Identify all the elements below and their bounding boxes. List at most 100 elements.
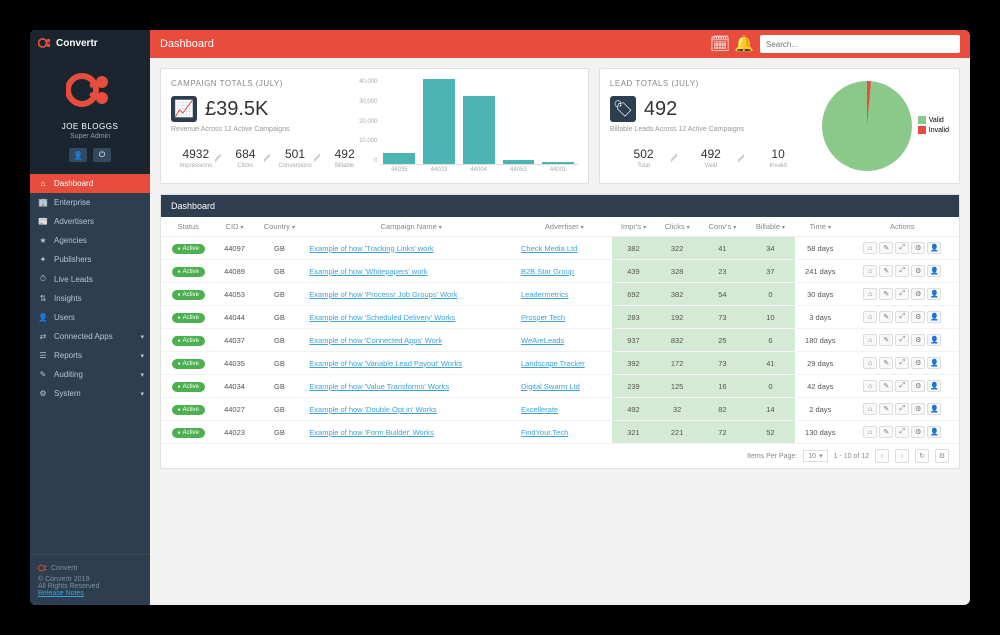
calendar-icon[interactable]: 🗓	[712, 36, 728, 52]
row-action-2[interactable]: ⤢	[895, 380, 909, 392]
sort-icon[interactable]: ▾	[292, 225, 295, 231]
row-action-3[interactable]: ⚙	[911, 311, 925, 323]
next-page-button[interactable]: ›	[895, 449, 909, 463]
col-conv-s[interactable]: Conv's▾	[699, 217, 746, 237]
cell-advertiser[interactable]: Check Media Ltd	[517, 237, 612, 260]
row-action-1[interactable]: ✎	[879, 311, 893, 323]
cell-advertiser[interactable]: Excellerate	[517, 398, 612, 421]
row-action-3[interactable]: ⚙	[911, 334, 925, 346]
col-impr-s[interactable]: Impr's▾	[612, 217, 656, 237]
cell-campaign-name[interactable]: Example of how 'Whitepapers' work	[305, 260, 517, 283]
cell-advertiser[interactable]: Leadermetrics	[517, 283, 612, 306]
sidebar-item-publishers[interactable]: ✦Publishers	[30, 250, 150, 269]
profile-user-button[interactable]: 👤	[69, 148, 87, 162]
row-action-2[interactable]: ⤢	[895, 334, 909, 346]
row-action-0[interactable]: ⌂	[863, 334, 877, 346]
cell-advertiser[interactable]: Prosper Tech	[517, 306, 612, 329]
search-box[interactable]	[760, 35, 960, 53]
row-action-1[interactable]: ✎	[879, 357, 893, 369]
row-action-2[interactable]: ⤢	[895, 288, 909, 300]
sidebar-item-system[interactable]: ⚙System▾	[30, 384, 150, 403]
row-action-3[interactable]: ⚙	[911, 242, 925, 254]
row-action-4[interactable]: 👤	[927, 380, 941, 392]
sidebar-item-advertisers[interactable]: 📰Advertisers	[30, 212, 150, 231]
col-campaign-name[interactable]: Campaign Name▾	[305, 217, 517, 237]
row-action-3[interactable]: ⚙	[911, 288, 925, 300]
row-action-3[interactable]: ⚙	[911, 357, 925, 369]
row-action-1[interactable]: ✎	[879, 288, 893, 300]
row-action-3[interactable]: ⚙	[911, 403, 925, 415]
profile-logout-button[interactable]: ⏻	[93, 148, 111, 162]
row-action-3[interactable]: ⚙	[911, 426, 925, 438]
sidebar-item-users[interactable]: 👤Users	[30, 308, 150, 327]
row-action-0[interactable]: ⌂	[863, 288, 877, 300]
cell-campaign-name[interactable]: Example of how 'Double Opt in' Works	[305, 398, 517, 421]
sidebar-item-live-leads[interactable]: ⏱Live Leads	[30, 269, 150, 289]
row-action-2[interactable]: ⤢	[895, 403, 909, 415]
cell-campaign-name[interactable]: Example of how 'Connected Apps' Work	[305, 329, 517, 352]
sort-icon[interactable]: ▾	[687, 225, 690, 231]
sort-icon[interactable]: ▾	[581, 225, 584, 231]
row-action-0[interactable]: ⌂	[863, 357, 877, 369]
row-action-1[interactable]: ✎	[879, 242, 893, 254]
row-action-2[interactable]: ⤢	[895, 311, 909, 323]
sort-icon[interactable]: ▾	[240, 225, 243, 231]
col-actions[interactable]: Actions	[846, 217, 959, 237]
sort-icon[interactable]: ▾	[643, 225, 646, 231]
row-action-4[interactable]: 👤	[927, 242, 941, 254]
release-notes-link[interactable]: Release Notes	[38, 590, 84, 597]
row-action-0[interactable]: ⌂	[863, 380, 877, 392]
sort-icon[interactable]: ▾	[782, 225, 785, 231]
sidebar-item-agencies[interactable]: ★Agencies	[30, 231, 150, 250]
row-action-2[interactable]: ⤢	[895, 265, 909, 277]
row-action-4[interactable]: 👤	[927, 426, 941, 438]
row-action-0[interactable]: ⌂	[863, 403, 877, 415]
cell-campaign-name[interactable]: Example of how 'Variable Lead Payout' Wo…	[305, 352, 517, 375]
row-action-4[interactable]: 👤	[927, 334, 941, 346]
refresh-button[interactable]: ↻	[915, 449, 929, 463]
col-country[interactable]: Country▾	[254, 217, 306, 237]
row-action-4[interactable]: 👤	[927, 265, 941, 277]
search-input[interactable]	[766, 40, 954, 49]
row-action-4[interactable]: 👤	[927, 311, 941, 323]
prev-page-button[interactable]: ‹	[875, 449, 889, 463]
sidebar-item-insights[interactable]: ⇅Insights	[30, 289, 150, 308]
sort-icon[interactable]: ▾	[828, 225, 831, 231]
col-advertiser[interactable]: Advertiser▾	[517, 217, 612, 237]
settings-button[interactable]: ⚙	[935, 449, 949, 463]
row-action-1[interactable]: ✎	[879, 426, 893, 438]
row-action-3[interactable]: ⚙	[911, 380, 925, 392]
row-action-0[interactable]: ⌂	[863, 311, 877, 323]
cell-advertiser[interactable]: FindYour.Tech	[517, 421, 612, 444]
sidebar-item-reports[interactable]: ☰Reports▾	[30, 346, 150, 365]
row-action-2[interactable]: ⤢	[895, 426, 909, 438]
row-action-3[interactable]: ⚙	[911, 265, 925, 277]
row-action-4[interactable]: 👤	[927, 357, 941, 369]
cell-campaign-name[interactable]: Example of how 'Value Transforms' Works	[305, 375, 517, 398]
cell-advertiser[interactable]: B2B Star Group	[517, 260, 612, 283]
row-action-2[interactable]: ⤢	[895, 357, 909, 369]
sort-icon[interactable]: ▾	[733, 225, 736, 231]
cell-campaign-name[interactable]: Example of how 'Scheduled Delivery' Work…	[305, 306, 517, 329]
bell-icon[interactable]: 🔔	[736, 36, 752, 52]
sidebar-item-auditing[interactable]: ✎Auditing▾	[30, 365, 150, 384]
sidebar-item-dashboard[interactable]: ⌂Dashboard	[30, 174, 150, 193]
col-time[interactable]: Time▾	[795, 217, 846, 237]
row-action-1[interactable]: ✎	[879, 403, 893, 415]
sort-icon[interactable]: ▾	[439, 225, 442, 231]
per-page-select[interactable]: 10 ▾	[803, 450, 827, 462]
row-action-1[interactable]: ✎	[879, 334, 893, 346]
row-action-0[interactable]: ⌂	[863, 265, 877, 277]
row-action-4[interactable]: 👤	[927, 403, 941, 415]
row-action-4[interactable]: 👤	[927, 288, 941, 300]
cell-campaign-name[interactable]: Example of how 'Tracking Links' work	[305, 237, 517, 260]
row-action-2[interactable]: ⤢	[895, 242, 909, 254]
sidebar-item-connected-apps[interactable]: ⇄Connected Apps▾	[30, 327, 150, 346]
row-action-1[interactable]: ✎	[879, 265, 893, 277]
cell-advertiser[interactable]: Landscape Tracker	[517, 352, 612, 375]
col-clicks[interactable]: Clicks▾	[655, 217, 699, 237]
sidebar-item-enterprise[interactable]: 🏢Enterprise	[30, 193, 150, 212]
row-action-0[interactable]: ⌂	[863, 426, 877, 438]
cell-campaign-name[interactable]: Example of how 'Form Builder' Works	[305, 421, 517, 444]
cell-advertiser[interactable]: WeAreLeads	[517, 329, 612, 352]
